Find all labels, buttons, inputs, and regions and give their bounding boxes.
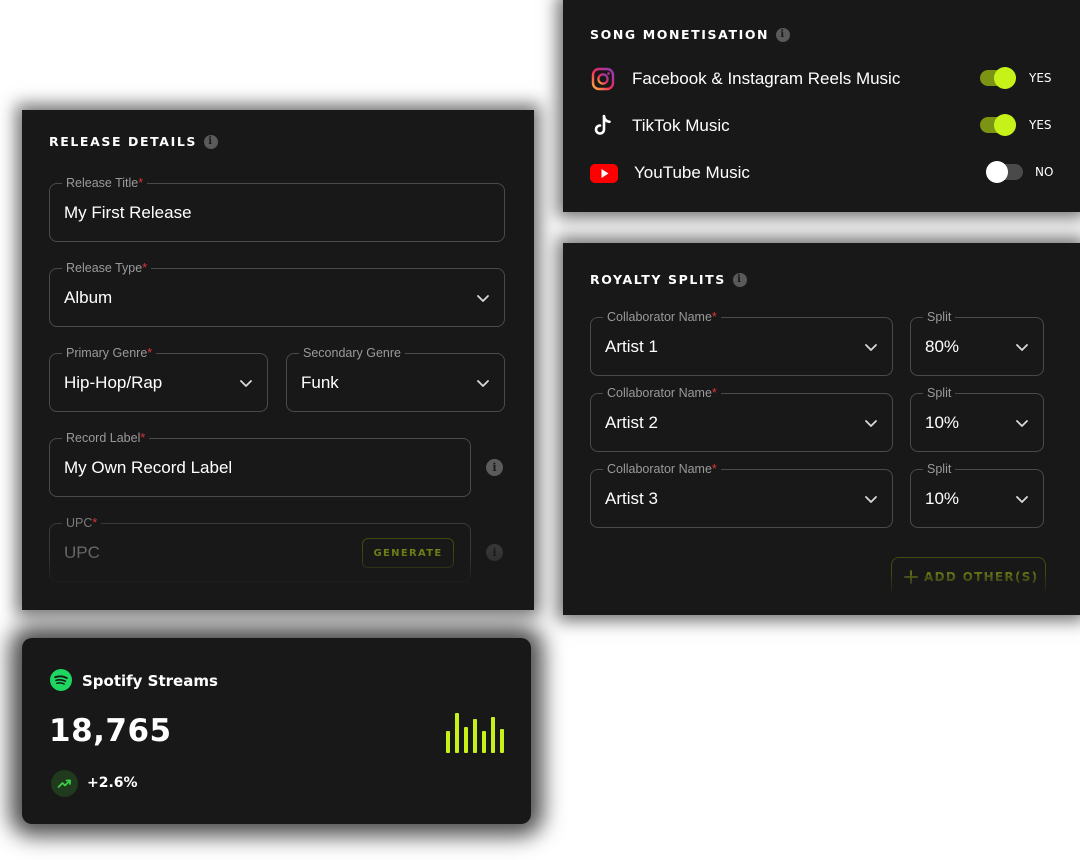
secondary-genre-value: Funk — [301, 372, 339, 392]
info-icon[interactable]: i — [486, 459, 503, 476]
add-others-label: ADD OTHER(S) — [924, 570, 1039, 584]
tiktok-toggle[interactable] — [980, 114, 1016, 136]
toggle-knob — [994, 67, 1016, 89]
info-icon[interactable]: i — [776, 27, 791, 42]
stream-bar — [491, 717, 495, 753]
chevron-down-icon — [477, 294, 489, 302]
split-select[interactable]: Split 10% — [910, 386, 1044, 452]
stream-bar — [446, 731, 450, 753]
chevron-down-icon — [1016, 419, 1028, 427]
primary-genre-value: Hip-Hop/Rap — [64, 372, 163, 392]
stream-bar — [464, 727, 468, 753]
stream-bar — [500, 729, 504, 753]
release-title-value: My First Release — [64, 202, 192, 222]
field-label: Primary Genre* — [62, 346, 157, 360]
chevron-down-icon — [865, 495, 877, 503]
collaborator-name-value: Artist 2 — [605, 412, 658, 432]
info-icon[interactable]: i — [486, 544, 503, 561]
upc-field[interactable]: UPC* UPC GENERATE — [49, 516, 471, 582]
section-title-text: SONG MONETISATION — [590, 27, 770, 42]
collaborator-name-select[interactable]: Collaborator Name* Artist 3 — [590, 462, 893, 528]
toggle-state: YES — [1029, 71, 1052, 85]
field-label: Split — [923, 310, 956, 324]
field-label: Record Label* — [62, 431, 150, 445]
toggle-knob — [986, 161, 1008, 183]
chevron-down-icon — [477, 379, 489, 387]
split-select[interactable]: Split 80% — [910, 310, 1044, 376]
collaborator-name-select[interactable]: Collaborator Name* Artist 1 — [590, 310, 893, 376]
field-label: Split — [923, 462, 956, 476]
split-value: 10% — [925, 488, 960, 508]
primary-genre-select[interactable]: Primary Genre* Hip-Hop/Rap — [49, 346, 268, 412]
stream-count: 18,765 — [49, 713, 172, 749]
chevron-down-icon — [240, 379, 252, 387]
add-others-button[interactable]: ADD OTHER(S) — [891, 557, 1046, 597]
chevron-down-icon — [1016, 343, 1028, 351]
stream-bar — [482, 731, 486, 753]
release-type-value: Album — [64, 287, 113, 307]
monetisation-label: Facebook & Instagram Reels Music — [632, 69, 901, 88]
youtube-toggle[interactable] — [986, 161, 1023, 183]
info-icon[interactable]: i — [204, 134, 218, 149]
monetisation-row-youtube: YouTube Music — [590, 160, 750, 186]
info-icon[interactable]: i — [732, 272, 747, 287]
youtube-icon — [590, 164, 618, 183]
chevron-down-icon — [865, 343, 877, 351]
monetisation-row-instagram: Facebook & Instagram Reels Music — [590, 66, 900, 92]
release-type-select[interactable]: Release Type* Album — [49, 261, 505, 327]
record-label-value: My Own Record Label — [64, 457, 233, 477]
toggle-state: YES — [1029, 118, 1052, 132]
monetisation-label: TikTok Music — [632, 116, 730, 135]
field-label: UPC* — [62, 516, 102, 530]
plus-icon — [904, 570, 918, 584]
section-title-text: RELEASE DETAILS — [49, 134, 197, 149]
instagram-toggle[interactable] — [980, 67, 1016, 89]
stream-bars-chart — [446, 713, 504, 753]
field-label: Collaborator Name* — [603, 310, 721, 324]
spotify-icon — [50, 669, 72, 691]
tiktok-icon — [594, 114, 611, 135]
stream-bar — [455, 713, 459, 753]
stream-bar — [473, 719, 477, 753]
release-details-title: RELEASE DETAILS i — [49, 134, 218, 149]
field-label: Secondary Genre — [299, 346, 405, 360]
field-label: Split — [923, 386, 956, 400]
monetisation-label: YouTube Music — [634, 163, 750, 182]
collaborator-name-select[interactable]: Collaborator Name* Artist 2 — [590, 386, 893, 452]
field-label: Collaborator Name* — [603, 386, 721, 400]
field-label: Release Title* — [62, 176, 148, 190]
section-title-text: ROYALTY SPLITS — [590, 272, 726, 287]
record-label-field[interactable]: Record Label* My Own Record Label — [49, 431, 471, 497]
royalty-splits-title: ROYALTY SPLITS i — [590, 272, 747, 287]
trending-up-icon — [57, 779, 71, 788]
release-title-field[interactable]: Release Title* My First Release — [49, 176, 505, 242]
field-label: Collaborator Name* — [603, 462, 721, 476]
secondary-genre-select[interactable]: Secondary Genre Funk — [286, 346, 505, 412]
chevron-down-icon — [865, 419, 877, 427]
split-value: 10% — [925, 412, 960, 432]
generate-upc-button[interactable]: GENERATE — [362, 538, 454, 568]
chevron-down-icon — [1016, 495, 1028, 503]
trend-badge — [51, 770, 78, 797]
collaborator-name-value: Artist 1 — [605, 336, 658, 356]
instagram-icon — [591, 67, 615, 91]
toggle-knob — [994, 114, 1016, 136]
split-value: 80% — [925, 336, 960, 356]
toggle-state: NO — [1035, 165, 1054, 179]
field-label: Release Type* — [62, 261, 152, 275]
song-monetisation-title: SONG MONETISATION i — [590, 27, 791, 42]
monetisation-row-tiktok: TikTok Music — [590, 113, 730, 139]
upc-placeholder: UPC — [64, 542, 100, 562]
collaborator-name-value: Artist 3 — [605, 488, 658, 508]
split-select[interactable]: Split 10% — [910, 462, 1044, 528]
stream-change: +2.6% — [87, 775, 138, 791]
spotify-title: Spotify Streams — [82, 672, 218, 690]
